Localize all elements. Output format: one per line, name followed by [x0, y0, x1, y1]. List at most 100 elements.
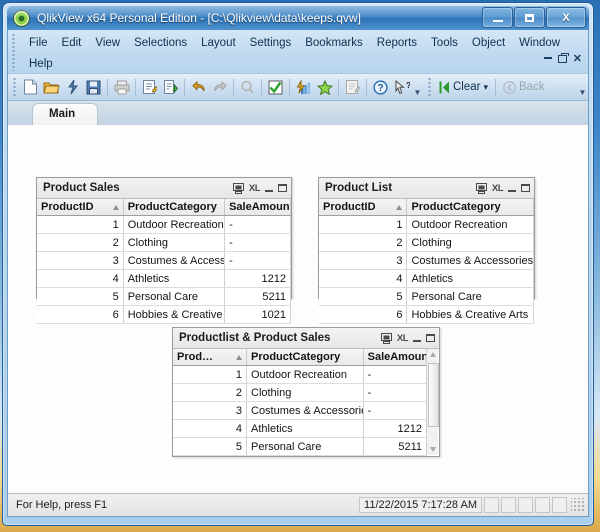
- cell-productcategory[interactable]: Personal Care: [246, 437, 364, 456]
- table-row[interactable]: 4 Athletics: [319, 269, 534, 288]
- cell-productcategory[interactable]: Athletics: [123, 269, 226, 288]
- table-row[interactable]: 1 Outdoor Recreation -: [173, 365, 427, 384]
- cell-saleamount[interactable]: 1212: [363, 419, 427, 438]
- cell-productcategory[interactable]: Clothing: [406, 233, 534, 252]
- table-viewer-icon[interactable]: [160, 77, 181, 98]
- toolbar-drag-grip[interactable]: [13, 77, 16, 97]
- vertical-scrollbar[interactable]: [426, 349, 439, 455]
- cell-productid[interactable]: 3: [173, 401, 247, 420]
- object-caption[interactable]: Product Sales XL: [37, 178, 291, 199]
- selection-toolbar-overflow-button[interactable]: ▼: [577, 77, 588, 97]
- cell-saleamount[interactable]: -: [224, 215, 291, 234]
- cell-saleamount[interactable]: -: [363, 383, 427, 402]
- column-header-productid[interactable]: ProductID: [37, 199, 124, 216]
- sheet-tab-main[interactable]: Main: [32, 103, 99, 125]
- table-row[interactable]: 3Costumes & Accessor…-: [37, 251, 291, 270]
- menu-item-tools[interactable]: Tools: [424, 35, 465, 51]
- mdi-restore-icon[interactable]: [557, 52, 569, 63]
- add-bookmark-icon[interactable]: [314, 77, 335, 98]
- table-row[interactable]: 6 Hobbies & Creative Arts: [319, 305, 534, 324]
- object-minimize-button[interactable]: [508, 184, 516, 192]
- table-row[interactable]: 1 Outdoor Recreation -: [37, 215, 291, 234]
- cell-productcategory[interactable]: Outdoor Recreation: [123, 215, 226, 234]
- column-header-saleamount[interactable]: SaleAmount: [363, 349, 427, 366]
- scroll-down-icon[interactable]: [429, 447, 436, 452]
- table-box-product-list[interactable]: Product List XL ProductID ProductCategor…: [318, 177, 535, 324]
- column-header-productcategory[interactable]: ProductCategory: [406, 199, 534, 216]
- table-row[interactable]: 6Hobbies & Creative Arts1021: [173, 455, 427, 456]
- cell-productcategory[interactable]: Costumes & Accessories: [246, 401, 364, 420]
- menu-item-edit[interactable]: Edit: [55, 35, 89, 51]
- cell-productcategory[interactable]: Costumes & Accessories: [406, 251, 534, 270]
- export-excel-icon[interactable]: XL: [397, 333, 409, 344]
- new-document-icon[interactable]: [20, 77, 41, 98]
- cell-productid[interactable]: 5: [173, 437, 247, 456]
- send-to-printer-icon[interactable]: [380, 332, 392, 344]
- current-selections-icon[interactable]: [265, 77, 286, 98]
- cell-productid[interactable]: 4: [173, 419, 247, 438]
- cell-productid[interactable]: 3: [37, 251, 124, 270]
- cell-productcategory[interactable]: Clothing: [123, 233, 226, 252]
- context-help-icon[interactable]: ?: [391, 77, 412, 98]
- object-caption[interactable]: Productlist & Product Sales XL: [173, 328, 439, 349]
- table-box-product-sales[interactable]: Product Sales XL ProductID ProductCatego…: [36, 177, 292, 324]
- data-table[interactable]: ProductID ProductCategory 1 Outdoor Recre…: [319, 199, 534, 324]
- cell-productcategory[interactable]: Personal Care: [406, 287, 534, 306]
- cell-productcategory[interactable]: Athletics: [246, 419, 364, 438]
- cell-productcategory[interactable]: Hobbies & Creative Arts: [406, 305, 534, 324]
- cell-productcategory[interactable]: Outdoor Recreation: [246, 365, 364, 384]
- menu-item-help[interactable]: Help: [22, 56, 60, 72]
- menu-item-bookmarks[interactable]: Bookmarks: [298, 35, 370, 51]
- cell-productid[interactable]: 6: [173, 455, 247, 456]
- cell-productid[interactable]: 3: [319, 251, 408, 270]
- table-row[interactable]: 2 Clothing -: [37, 233, 291, 252]
- cell-saleamount[interactable]: 5211: [224, 287, 291, 306]
- resize-grip-icon[interactable]: [571, 498, 585, 512]
- cell-saleamount[interactable]: -: [224, 233, 291, 252]
- reload-icon[interactable]: [62, 77, 83, 98]
- export-excel-icon[interactable]: XL: [492, 183, 504, 194]
- table-row[interactable]: 2 Clothing -: [173, 383, 427, 402]
- cell-productid[interactable]: 4: [319, 269, 408, 288]
- toolbar-overflow-button[interactable]: ▼: [412, 77, 423, 97]
- data-table[interactable]: ProductID ProductCategory SaleAmount 1 Ou…: [37, 199, 291, 324]
- menu-item-file[interactable]: File: [22, 35, 55, 51]
- cell-productid[interactable]: 5: [319, 287, 408, 306]
- cell-productcategory[interactable]: Personal Care: [123, 287, 226, 306]
- table-row[interactable]: 5 Personal Care: [319, 287, 534, 306]
- cell-productcategory[interactable]: Clothing: [246, 383, 364, 402]
- column-header-productcategory[interactable]: ProductCategory: [123, 199, 226, 216]
- menu-item-window[interactable]: Window: [512, 35, 567, 51]
- minimize-button[interactable]: [482, 7, 513, 28]
- table-row[interactable]: 3 Costumes & Accessories: [319, 251, 534, 270]
- table-row[interactable]: 4 Athletics 1212: [173, 419, 427, 438]
- title-bar[interactable]: QlikView x64 Personal Edition - [C:\Qlik…: [7, 6, 589, 30]
- table-row[interactable]: 2 Clothing: [319, 233, 534, 252]
- object-caption[interactable]: Product List XL: [319, 178, 534, 199]
- mdi-close-icon[interactable]: ✕: [573, 52, 582, 65]
- quick-chart-icon[interactable]: [293, 77, 314, 98]
- save-icon[interactable]: [83, 77, 104, 98]
- mdi-minimize-icon[interactable]: [543, 56, 552, 59]
- sheet-canvas[interactable]: Product Sales XL ProductID ProductCatego…: [8, 125, 588, 502]
- cell-productid[interactable]: 2: [37, 233, 124, 252]
- object-minimize-button[interactable]: [265, 184, 273, 192]
- cell-productid[interactable]: 2: [173, 383, 247, 402]
- table-row[interactable]: 3 Costumes & Accessories -: [173, 401, 427, 420]
- column-header-productid[interactable]: Prod…: [173, 349, 247, 366]
- column-header-productid[interactable]: ProductID: [319, 199, 408, 216]
- send-to-printer-icon[interactable]: [232, 182, 244, 194]
- send-to-printer-icon[interactable]: [475, 182, 487, 194]
- edit-script-icon[interactable]: [139, 77, 160, 98]
- column-header-saleamount[interactable]: SaleAmount: [224, 199, 291, 216]
- help-icon[interactable]: ?: [370, 77, 391, 98]
- table-row[interactable]: 6Hobbies & Creative Arts1021: [37, 305, 291, 324]
- cell-productid[interactable]: 1: [37, 215, 124, 234]
- menu-item-reports[interactable]: Reports: [370, 35, 424, 51]
- cell-productcategory[interactable]: Hobbies & Creative Arts: [246, 455, 364, 456]
- table-row[interactable]: 4 Athletics 1212: [37, 269, 291, 288]
- clear-button[interactable]: Clear ▾: [435, 81, 492, 94]
- menu-drag-grip[interactable]: [12, 33, 15, 71]
- menu-item-selections[interactable]: Selections: [127, 35, 194, 51]
- cell-saleamount[interactable]: -: [363, 365, 427, 384]
